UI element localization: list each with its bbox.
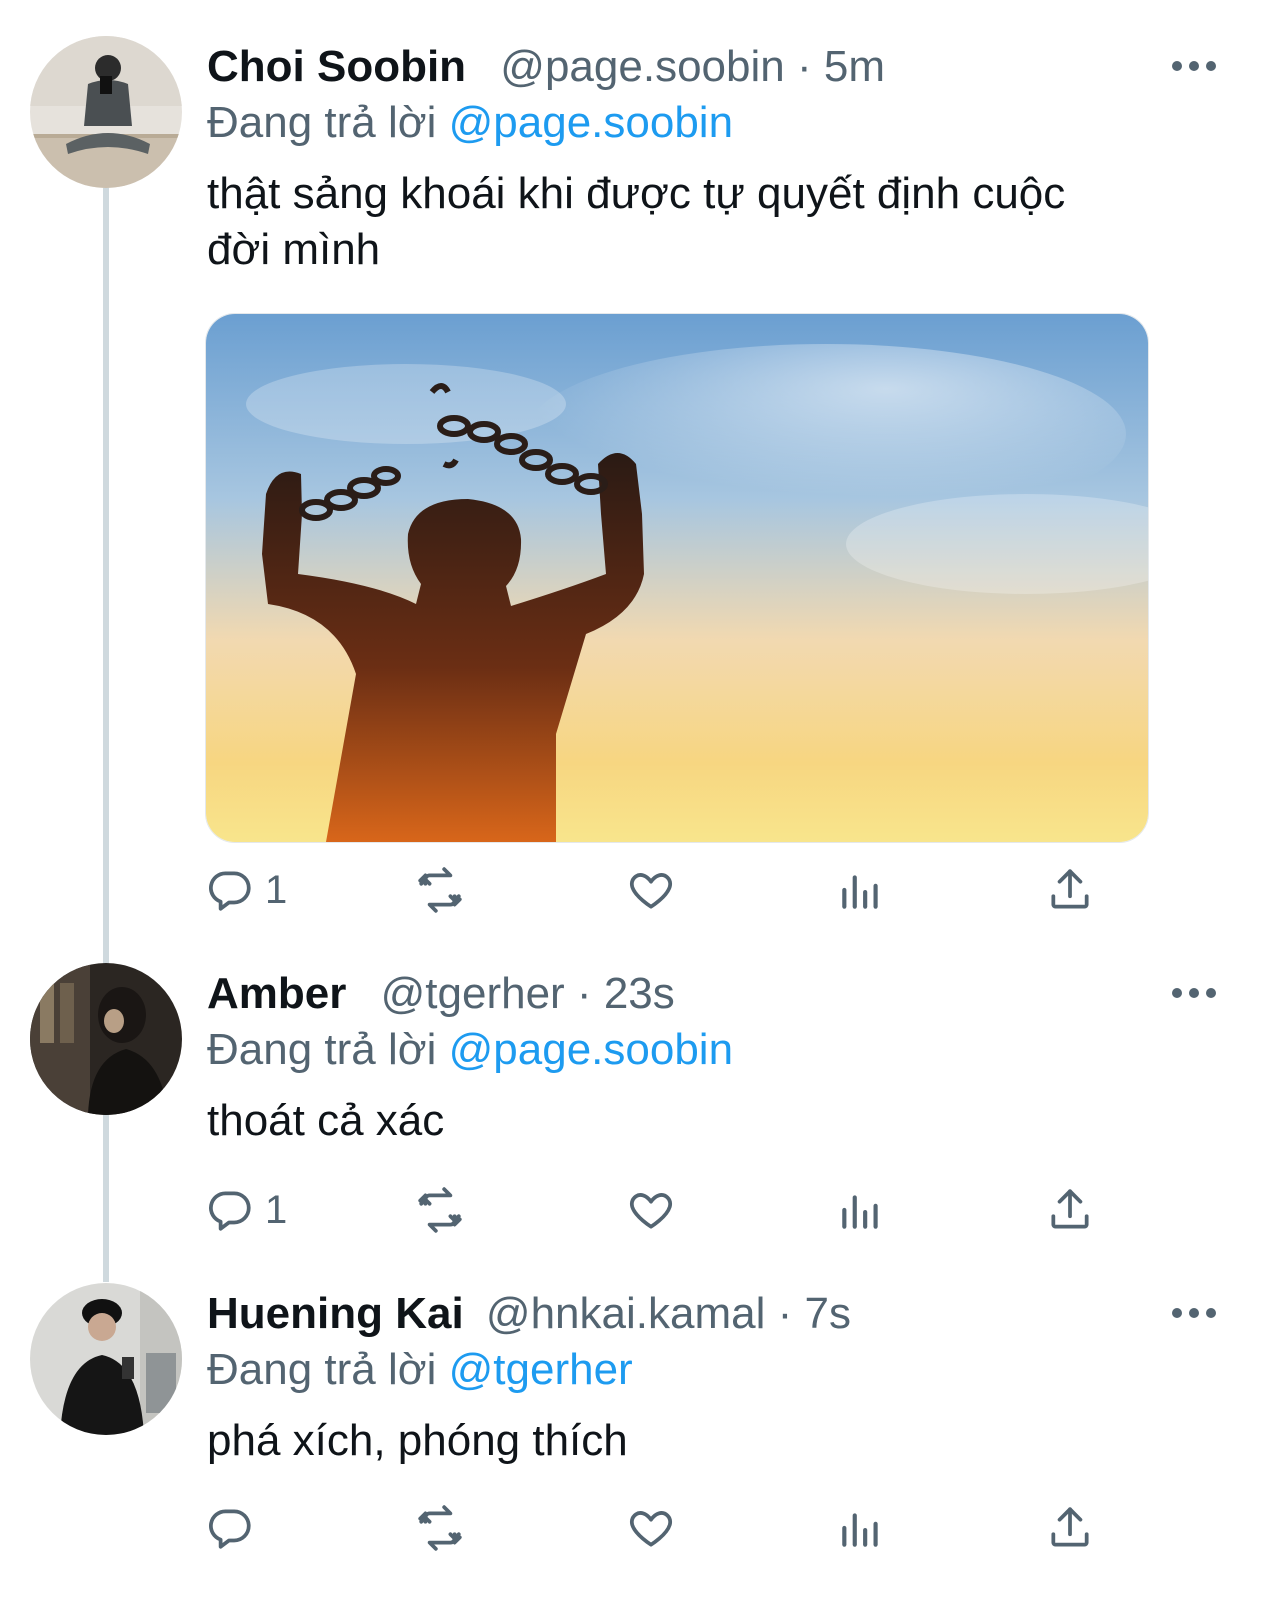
reply-icon (209, 1509, 251, 1549)
tweet-actions: 1 (0, 1180, 1284, 1240)
retweet-icon (418, 867, 462, 913)
timestamp[interactable]: 5m (824, 42, 885, 91)
mention-link[interactable]: @page.soobin (449, 1025, 733, 1074)
replying-to-line: Đang trả lời @tgerher (207, 1343, 633, 1397)
reply-icon (209, 871, 251, 911)
views-button[interactable] (836, 1498, 886, 1558)
tweet-actions: 1 (0, 860, 1284, 920)
like-button[interactable] (626, 860, 676, 920)
share-icon (1051, 1189, 1089, 1229)
separator-dot: · (796, 42, 824, 91)
share-button[interactable] (1045, 1498, 1095, 1558)
retweet-icon (418, 1505, 462, 1551)
share-icon (1051, 1507, 1089, 1547)
separator-dot: · (576, 969, 604, 1018)
retweet-button[interactable] (415, 1180, 465, 1240)
more-icon[interactable] (1172, 56, 1216, 76)
retweet-icon (418, 1187, 462, 1233)
tweet-text: phá xích, phóng thích (207, 1413, 1197, 1469)
avatar[interactable] (30, 1283, 182, 1435)
share-icon (1051, 869, 1089, 909)
avatar[interactable] (30, 36, 182, 188)
avatar[interactable] (30, 963, 182, 1115)
like-button[interactable] (626, 1498, 676, 1558)
share-button[interactable] (1045, 860, 1095, 920)
heart-icon (630, 1511, 672, 1547)
tweet-text: thật sảng khoái khi được tự quyết định c… (207, 166, 1197, 278)
reply-icon (209, 1191, 251, 1231)
tweet-text-line: đời mình (207, 225, 381, 274)
avatar-image (30, 36, 182, 188)
like-button[interactable] (626, 1180, 676, 1240)
heart-icon (630, 873, 672, 909)
timestamp[interactable]: 7s (805, 1289, 851, 1338)
tweet-header: Amber @tgerher · 23s (207, 967, 675, 1021)
user-handle[interactable]: @tgerher (381, 969, 565, 1018)
tweet-header: Huening Kai @hnkai.kamal · 7s (207, 1287, 851, 1341)
replying-to-line: Đang trả lời @page.soobin (207, 1023, 733, 1077)
display-name[interactable]: Huening Kai (207, 1289, 464, 1338)
replying-prefix: Đang trả lời (207, 1025, 437, 1074)
tweet-text: thoát cả xác (207, 1093, 1197, 1149)
avatar-image (30, 1283, 182, 1435)
tweet-header: Choi Soobin @page.soobin · 5m (207, 40, 885, 94)
analytics-icon (842, 875, 878, 909)
tweet-text-line: thoát cả xác (207, 1096, 445, 1145)
views-button[interactable] (836, 1180, 886, 1240)
tweet-actions (0, 1498, 1284, 1558)
reply-button[interactable] (205, 1498, 255, 1558)
more-icon[interactable] (1172, 983, 1216, 1003)
more-icon[interactable] (1172, 1303, 1216, 1323)
views-button[interactable] (836, 860, 886, 920)
separator-dot: · (777, 1289, 805, 1338)
analytics-icon (842, 1195, 878, 1229)
tweet-text-line: thật sảng khoái khi được tự quyết định c… (207, 169, 1066, 218)
retweet-button[interactable] (415, 860, 465, 920)
tweet-text-line: phá xích, phóng thích (207, 1416, 628, 1465)
replying-to-line: Đang trả lời @page.soobin (207, 96, 733, 150)
tweet-media-image[interactable] (205, 313, 1149, 843)
sunset-silhouette-photo (206, 314, 1148, 842)
display-name[interactable]: Amber (207, 969, 346, 1018)
reply-button[interactable]: 1 (205, 860, 287, 920)
mention-link[interactable]: @page.soobin (449, 98, 733, 147)
replying-prefix: Đang trả lời (207, 98, 437, 147)
avatar-image (30, 963, 182, 1115)
user-handle[interactable]: @hnkai.kamal (486, 1289, 765, 1338)
timestamp[interactable]: 23s (604, 969, 675, 1018)
display-name[interactable]: Choi Soobin (207, 42, 466, 91)
reply-count: 1 (265, 1187, 288, 1232)
retweet-button[interactable] (415, 1498, 465, 1558)
reply-button[interactable]: 1 (205, 1180, 287, 1240)
reply-count: 1 (265, 867, 288, 912)
mention-link[interactable]: @tgerher (449, 1345, 633, 1394)
share-button[interactable] (1045, 1180, 1095, 1240)
replying-prefix: Đang trả lời (207, 1345, 437, 1394)
user-handle[interactable]: @page.soobin (500, 42, 784, 91)
analytics-icon (842, 1513, 878, 1547)
heart-icon (630, 1193, 672, 1229)
